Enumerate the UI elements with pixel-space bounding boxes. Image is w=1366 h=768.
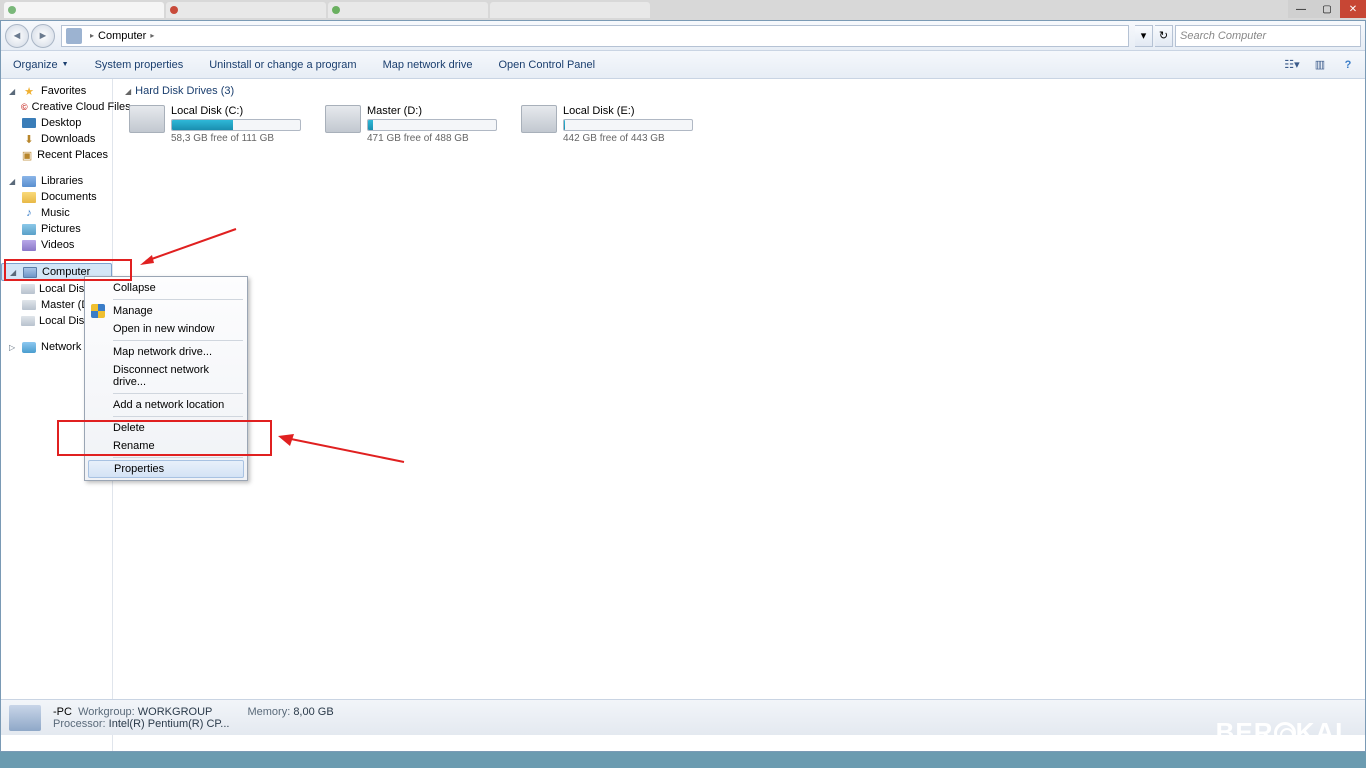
videos-icon [21,238,37,252]
pictures-icon [21,222,37,236]
watermark: BERKAL [1216,717,1352,748]
command-bar: Organize▼ System properties Uninstall or… [1,51,1365,79]
content-pane: ◢ Hard Disk Drives (3) Local Disk (C:) 5… [113,79,1365,751]
tree-pictures[interactable]: Pictures [1,221,112,237]
drive-tile[interactable]: Local Disk (C:) 58,3 GB free of 111 GB [125,101,305,148]
menu-item-map-network-drive-[interactable]: Map network drive... [87,343,245,361]
browser-tab[interactable] [328,2,488,18]
menu-separator [113,457,243,458]
drive-usage-bar [171,119,301,131]
computer-large-icon [9,705,41,731]
drive-icon [21,298,37,312]
drive-icon [129,105,165,133]
music-icon: ♪ [21,206,37,220]
drive-icon [521,105,557,133]
shield-icon [91,304,107,320]
star-icon: ★ [21,84,37,98]
tree-videos[interactable]: Videos [1,237,112,253]
search-input[interactable]: Search Computer [1175,25,1361,47]
computer-icon [66,28,82,44]
downloads-icon: ⬇ [21,132,37,146]
address-dropdown-button[interactable]: ▾ [1135,25,1153,47]
browser-tab[interactable] [4,2,164,18]
window-close-button[interactable]: ✕ [1340,0,1366,18]
menu-item-rename[interactable]: Rename [87,437,245,455]
window-maximize-button[interactable]: ▢ [1314,0,1340,18]
map-network-drive-button[interactable]: Map network drive [377,55,479,75]
context-menu: Collapse ManageOpen in new window Map netw… [84,276,248,481]
breadcrumb-computer[interactable]: Computer [98,30,146,42]
computer-icon [22,265,38,279]
drive-name: Local Disk (C:) [171,105,301,117]
uninstall-program-button[interactable]: Uninstall or change a program [203,55,362,75]
drive-name: Master (D:) [367,105,497,117]
status-pc-name: -PC [53,706,72,718]
logo-ring-icon [1274,722,1296,744]
drive-tile[interactable]: Master (D:) 471 GB free of 488 GB [321,101,501,148]
menu-separator [113,393,243,394]
desktop-icon [21,116,37,130]
drive-name: Local Disk (E:) [563,105,693,117]
menu-item-delete[interactable]: Delete [87,419,245,437]
menu-item-properties[interactable]: Properties [88,460,244,478]
drive-usage-bar [563,119,693,131]
address-bar-row: ◄ ► ▸ Computer ▸ ▾ ↻ Search Computer [1,21,1365,51]
network-icon [21,340,37,354]
open-control-panel-button[interactable]: Open Control Panel [492,55,601,75]
window-minimize-button[interactable]: — [1288,0,1314,18]
tree-libraries[interactable]: ◢Libraries [1,173,112,189]
breadcrumb-separator-icon: ▸ [90,31,94,40]
system-properties-button[interactable]: System properties [89,55,190,75]
menu-item-disconnect-network-drive-[interactable]: Disconnect network drive... [87,361,245,391]
menu-separator [113,340,243,341]
status-bar: -PC Workgroup: WORKGROUP Memory: 8,00 GB… [1,699,1365,735]
creative-cloud-icon: © [21,100,28,114]
drive-icon [21,314,35,328]
browser-tab[interactable] [490,2,650,18]
browser-tab-strip: — ▢ ✕ [0,0,1366,20]
menu-separator [113,416,243,417]
menu-item-add-a-network-location[interactable]: Add a network location [87,396,245,414]
drives-section-header[interactable]: ◢ Hard Disk Drives (3) [125,85,1353,97]
menu-item-manage[interactable]: Manage [87,302,245,320]
folder-icon [21,190,37,204]
libraries-icon [21,174,37,188]
tree-music[interactable]: ♪Music [1,205,112,221]
view-options-button[interactable]: ☷▾ [1281,55,1303,75]
tree-favorites[interactable]: ◢★Favorites [1,83,112,99]
tree-recent-places[interactable]: ▣Recent Places [1,147,112,163]
recent-icon: ▣ [21,148,33,162]
nav-forward-button[interactable]: ► [31,24,55,48]
help-button[interactable]: ? [1337,55,1359,75]
tree-downloads[interactable]: ⬇Downloads [1,131,112,147]
breadcrumb-separator-icon: ▸ [150,31,154,40]
drive-icon [21,282,35,296]
preview-pane-button[interactable]: ▥ [1309,55,1331,75]
drive-free-text: 58,3 GB free of 111 GB [171,133,301,144]
browser-tab[interactable] [166,2,326,18]
nav-back-button[interactable]: ◄ [5,24,29,48]
menu-item-collapse[interactable]: Collapse [87,279,245,297]
refresh-button[interactable]: ↻ [1155,25,1173,47]
address-bar[interactable]: ▸ Computer ▸ [61,25,1129,47]
tree-desktop[interactable]: Desktop [1,115,112,131]
tree-creative-cloud[interactable]: ©Creative Cloud Files [1,99,112,115]
menu-separator [113,299,243,300]
drive-free-text: 471 GB free of 488 GB [367,133,497,144]
drive-free-text: 442 GB free of 443 GB [563,133,693,144]
page-border [0,752,1366,768]
drive-icon [325,105,361,133]
menu-item-open-in-new-window[interactable]: Open in new window [87,320,245,338]
organize-menu[interactable]: Organize▼ [7,55,75,75]
drive-tile[interactable]: Local Disk (E:) 442 GB free of 443 GB [517,101,697,148]
drive-usage-bar [367,119,497,131]
tree-documents[interactable]: Documents [1,189,112,205]
